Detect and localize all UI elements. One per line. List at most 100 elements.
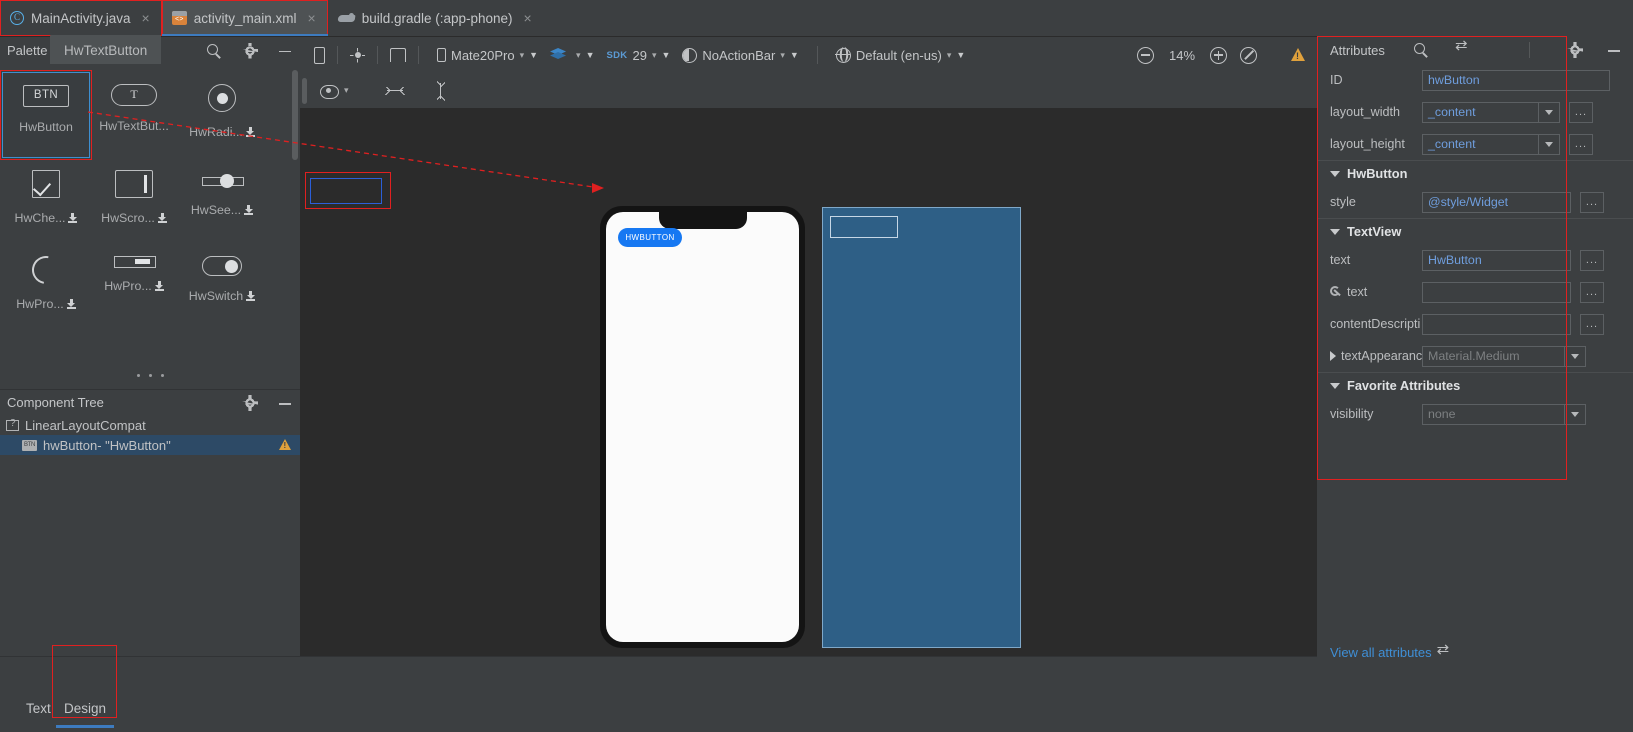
design-canvas[interactable]: HWBUTTON [300,110,1317,669]
device-preview[interactable]: HWBUTTON [600,206,805,648]
id-field[interactable]: hwButton [1422,69,1610,91]
minimize-icon[interactable] [278,396,292,410]
palette-item-hwprogressbar-bar[interactable]: HwPro... [90,244,178,330]
download-icon[interactable] [246,291,256,301]
gear-icon[interactable] [1568,43,1582,57]
palette-item-hwprogressbar-circle[interactable]: HwPro... [2,244,90,330]
style-field[interactable]: @style/Widget [1422,191,1571,213]
vertical-resize-icon[interactable] [435,80,447,101]
palette-item-hwscrollview[interactable]: HwScro... [90,158,178,244]
dropdown-arrow-icon: ▼ [585,50,595,60]
palette-item-text: HwButton [19,120,73,134]
gear-icon[interactable] [243,396,257,410]
blueprint-hwbutton[interactable] [830,216,898,238]
api-level-selector[interactable]: SDK 29 ▾ ▼ [601,45,677,66]
palette-item-label: HwPro... [16,297,76,311]
device-screen[interactable]: HWBUTTON [606,212,799,642]
device-notch [658,212,747,229]
text-field[interactable]: HwButton [1422,249,1571,271]
palette-item-hwcheckbox[interactable]: HwChe... [2,158,90,244]
swap-icon[interactable] [1455,38,1471,57]
zoom-fit-icon[interactable] [1240,46,1257,64]
tab-design[interactable]: Design [55,699,115,728]
tree-row-hwbutton[interactable]: BTN hwButton- "HwButton" [0,435,300,455]
more-options-button[interactable]: ... [1580,313,1604,335]
visibility-field[interactable]: none [1422,403,1564,425]
more-options-button[interactable]: ... [1569,133,1593,155]
component-tree-body: LinearLayoutCompat BTN hwButton- "HwButt… [0,415,300,657]
section-label: TextView [1347,224,1402,239]
chevron-down-icon[interactable] [1538,101,1560,123]
close-icon[interactable]: × [308,10,316,26]
download-icon[interactable] [154,281,164,291]
more-options-button[interactable]: ... [1580,191,1604,213]
gear-icon[interactable] [243,43,257,58]
preview-hwbutton[interactable]: HWBUTTON [618,228,682,247]
brightness-icon[interactable] [350,47,365,63]
design-scrollbar[interactable] [302,78,307,104]
editor-tab-build-gradle[interactable]: build.gradle (:app-phone) × [328,0,544,36]
palette-item-hwswitch[interactable]: HwSwitch [178,244,266,330]
attr-row-style: style @style/Widget ... [1317,186,1633,218]
locale-selector[interactable]: Default (en-us) ▾ ▼ [830,45,971,66]
palette-item-text: HwScro... [101,211,155,225]
search-icon[interactable] [1413,42,1429,58]
chevron-down-icon[interactable] [1564,403,1586,425]
attr-section-favorite-attributes[interactable]: Favorite Attributes [1317,372,1633,398]
warning-icon[interactable] [1291,48,1305,61]
more-options-button[interactable]: ... [1569,101,1593,123]
device-selector[interactable]: Mate20Pro ▾ ▼ [431,45,544,66]
scrollview-icon [115,170,153,198]
layout-width-field[interactable]: _content [1422,101,1538,123]
editor-tab-mainactivity[interactable]: C MainActivity.java × [0,0,162,36]
chevron-right-icon[interactable] [1330,351,1336,361]
content-description-field[interactable] [1422,313,1571,335]
palette-item-hwtextbutton[interactable]: T HwTextBut... [90,72,178,158]
view-all-attributes-link[interactable]: View all attributes [1330,642,1451,661]
palette-item-text: HwRadi... [189,125,243,139]
close-icon[interactable]: × [142,10,150,26]
minimize-icon[interactable] [1607,43,1621,57]
attr-section-textview[interactable]: TextView [1317,218,1633,244]
tree-row-linearlayoutcompat[interactable]: LinearLayoutCompat [0,415,300,435]
more-options-button[interactable]: ... [1580,249,1604,271]
text-appearance-field[interactable]: Material.Medium [1422,345,1564,367]
close-icon[interactable]: × [524,10,532,26]
download-icon[interactable] [157,213,167,223]
chevron-down-icon[interactable] [1538,133,1560,155]
attr-row-layout-height: layout_height _content ... [1317,128,1633,160]
tools-text-field[interactable] [1422,281,1571,303]
palette-scrollbar[interactable] [292,70,298,160]
download-icon[interactable] [66,299,76,309]
palette-item-hwbutton[interactable]: BTN HwButton [0,70,92,160]
seekbar-icon [202,170,244,190]
phone-icon [437,48,446,62]
attr-section-hwbutton[interactable]: HwButton [1317,160,1633,186]
download-icon[interactable] [68,213,78,223]
palette-item-hwseekbar[interactable]: HwSee... [178,158,266,244]
palette-item-hwradiobutton[interactable]: HwRadi... [178,72,266,158]
phone-device-icon[interactable] [314,46,325,64]
download-icon[interactable] [245,127,255,137]
download-icon[interactable] [244,205,254,215]
search-icon[interactable] [206,43,222,59]
theme-selector[interactable]: NoActionBar ▾ ▼ [676,45,804,66]
theme-layers-selector[interactable]: ▾ ▼ [544,45,600,65]
blueprint-preview[interactable] [822,207,1021,648]
horizontal-resize-icon[interactable] [384,85,405,97]
zoom-in-icon[interactable] [1210,46,1227,64]
editor-tab-activity-main-xml[interactable]: <> activity_main.xml × [161,0,328,36]
chevron-down-icon[interactable] [1564,345,1586,367]
orientation-icon[interactable] [390,48,406,62]
tab-text[interactable]: Text [22,699,55,718]
wrench-icon [1330,286,1342,298]
visibility-selector[interactable]: ▾ [314,82,355,100]
more-options-button[interactable]: ... [1580,281,1604,303]
attr-label: contentDescripti [1330,317,1421,331]
zoom-out-icon[interactable] [1137,46,1154,64]
layout-height-field[interactable]: _content [1422,133,1538,155]
design-sub-toolbar: ▾ [300,73,1317,109]
minimize-icon[interactable] [278,44,292,58]
palette-more-dots[interactable] [0,364,300,386]
chevron-down-icon: ▾ [519,49,525,60]
